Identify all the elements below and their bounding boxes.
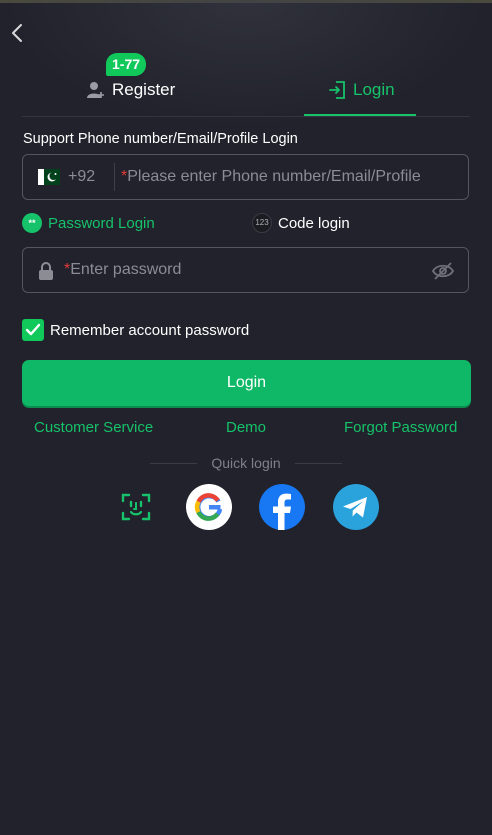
login-button[interactable]: Login [22,360,471,406]
face-id-icon [121,493,151,521]
quick-login-divider: Quick login [150,455,343,471]
login-door-icon [329,81,345,99]
code-login-option[interactable]: 123 Code login [252,213,350,233]
eye-off-icon[interactable] [431,261,455,281]
user-add-icon [87,82,104,98]
back-button[interactable] [8,22,28,44]
facebook-login-button[interactable] [259,484,305,530]
facebook-icon [273,493,291,530]
header-background [0,0,492,130]
remember-password-toggle[interactable]: Remember account password [22,319,249,341]
tab-register-label: Register [112,80,176,99]
remember-label: Remember account password [50,321,250,339]
tab-login[interactable]: Login [328,78,395,102]
password-login-option[interactable]: ** Password Login [22,213,155,233]
password-placeholder: Enter password [70,261,182,278]
demo-link[interactable]: Demo [226,419,266,436]
account-placeholder: Please enter Phone number/Email/Profile [127,168,421,185]
face-id-login-button[interactable] [113,484,159,530]
field-separator [114,163,115,191]
forgot-password-link[interactable]: Forgot Password [344,419,457,436]
chevron-left-icon [12,24,22,42]
register-badge: 1-77 [106,53,147,76]
divider-line [150,462,198,464]
check-icon [25,323,41,336]
country-code-selector[interactable]: +92 [68,168,95,186]
password-input[interactable]: *Enter password [64,261,181,279]
password-field[interactable]: *Enter password [22,247,469,293]
numeric-code-icon: 123 [252,213,272,233]
quick-login-label: Quick login [211,455,281,471]
google-login-button[interactable] [186,484,232,530]
google-icon [194,493,223,521]
pakistan-flag-icon [38,169,60,185]
tab-register[interactable]: Register [86,78,175,102]
customer-service-link[interactable]: Customer Service [34,419,153,436]
account-input[interactable]: *Please enter Phone number/Email/Profile [121,168,421,186]
password-login-label: Password Login [48,214,155,232]
account-field[interactable]: +92 *Please enter Phone number/Email/Pro… [22,154,469,200]
telegram-icon [343,497,367,518]
divider-line [294,462,343,464]
password-dots-icon: ** [22,213,42,233]
lock-icon [39,262,53,280]
remember-checkbox[interactable] [22,319,44,341]
code-login-label: Code login [278,214,350,232]
support-label: Support Phone number/Email/Profile Login [23,131,298,147]
tab-divider [22,116,470,117]
tab-login-label: Login [353,80,395,99]
telegram-login-button[interactable] [333,484,379,530]
